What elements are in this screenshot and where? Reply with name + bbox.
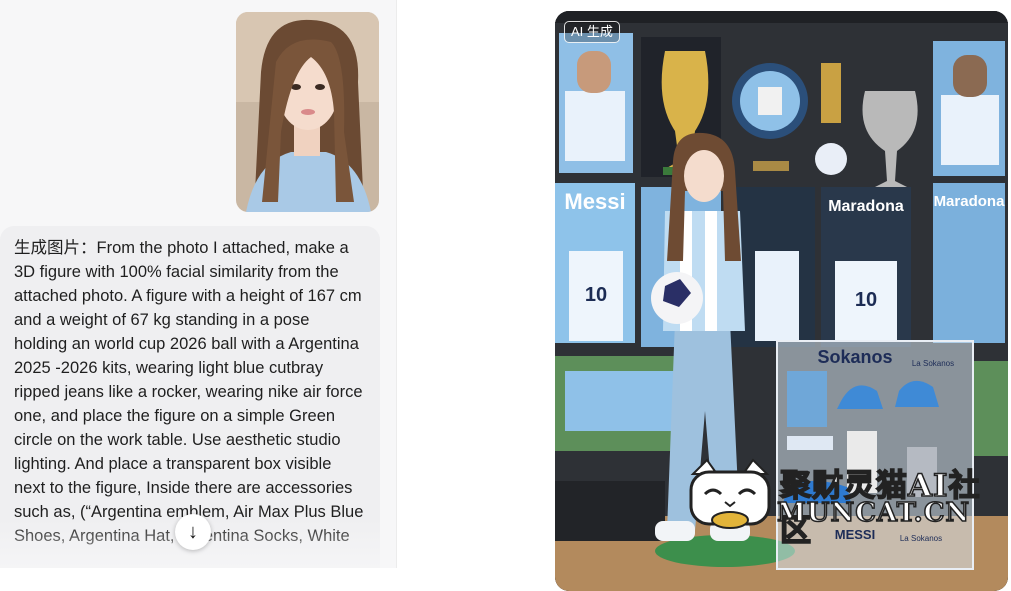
uploaded-photo[interactable] (236, 12, 379, 212)
poster-maradona-text-2: Maradona (934, 193, 1006, 210)
portrait-image (236, 12, 379, 212)
cat-logo-icon (689, 458, 771, 529)
box-brand-small-text: La Sokanos (912, 359, 954, 368)
shirt-number-2: 10 (855, 289, 877, 311)
shirt-number-1: 10 (585, 284, 607, 306)
box-brand-text: Sokanos (817, 347, 892, 367)
poster-messi-text: Messi (564, 189, 625, 214)
chat-pane: 生成图片：From the photo I attached, make a 3… (0, 0, 397, 568)
scroll-to-bottom-button[interactable]: ↓ (175, 514, 211, 550)
arrow-down-icon: ↓ (188, 520, 198, 543)
poster-maradona-text-1: Maradona (828, 198, 904, 215)
watermark-en-text: MUNCAT.CN (776, 497, 971, 529)
prompt-text: 生成图片：From the photo I attached, make a 3… (14, 239, 363, 521)
watermark: 聚财灵猫AI社区 MUNCAT.CN (685, 456, 995, 550)
ai-generated-badge: AI 生成 (564, 21, 620, 43)
